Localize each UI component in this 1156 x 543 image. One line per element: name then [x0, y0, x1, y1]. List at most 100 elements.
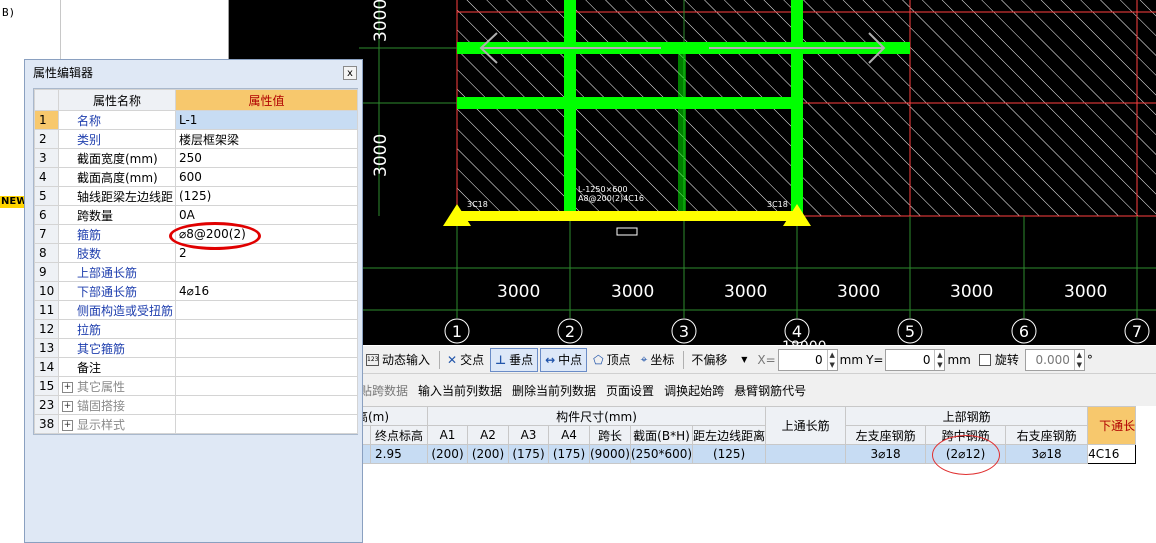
property-name[interactable]: 上部通长筋	[58, 262, 176, 282]
property-name[interactable]: 备注	[58, 357, 176, 377]
property-value[interactable]: (125)	[175, 186, 358, 206]
cell-right-support[interactable]: 3⌀18	[1005, 444, 1089, 464]
expand-icon[interactable]: +	[62, 400, 73, 412]
midpoint-label: 中点	[558, 353, 583, 367]
property-row[interactable]: 13 其它箍筋	[34, 338, 358, 358]
property-row[interactable]: 15 + 其它属性	[34, 376, 358, 396]
property-name[interactable]: 跨数量	[58, 205, 176, 225]
rotate-input[interactable]: 0.000 ▲ ▼	[1024, 348, 1085, 371]
property-name[interactable]: + 显示样式	[58, 414, 176, 434]
property-value[interactable]: 250	[175, 148, 358, 168]
y-input[interactable]: 0 ▲ ▼	[885, 348, 946, 371]
dynamic-input-icon: 123	[366, 353, 379, 366]
property-row[interactable]: 6 跨数量 0A	[34, 205, 358, 225]
cell-section[interactable]: (250*600)	[629, 444, 694, 464]
property-row[interactable]: 1 名称 L-1	[34, 110, 358, 130]
property-value[interactable]: 4⌀16	[175, 281, 358, 301]
property-name[interactable]: 轴线距梁左边线距	[58, 186, 176, 206]
property-name[interactable]: 其它箍筋	[58, 338, 176, 358]
header-elevation: 高(m)	[352, 406, 428, 426]
property-row[interactable]: 5 轴线距梁左边线距 (125)	[34, 186, 358, 206]
property-name[interactable]: 肢数	[58, 243, 176, 263]
property-name[interactable]: 下部通长筋	[58, 281, 176, 301]
property-value[interactable]	[175, 338, 358, 358]
property-name[interactable]: 名称	[58, 110, 176, 130]
property-value[interactable]: 楼层框架梁	[175, 129, 358, 149]
coordinate-snap-button[interactable]: ⌖ 坐标	[637, 349, 679, 371]
intersection-snap-button[interactable]: ✕ 交点	[443, 349, 488, 371]
row-index: 15	[34, 376, 59, 396]
cell-bottom-through[interactable]: 4C16	[1087, 444, 1137, 464]
table-row[interactable]: 2.95 (200) (200) (175) (175) (9000) (250…	[352, 444, 1137, 464]
spin-arrows-icon[interactable]: ▲ ▼	[1073, 349, 1084, 370]
property-row[interactable]: 10 下部通长筋 4⌀16	[34, 281, 358, 301]
property-name[interactable]: 截面高度(mm)	[58, 167, 176, 187]
input-column-button[interactable]: 输入当前列数据	[418, 382, 502, 399]
y-unit: mm	[947, 352, 971, 367]
property-value[interactable]	[175, 319, 358, 339]
cad-drawing[interactable]: L-1250×600 A8@200(2)4C16 3C18 3C18 3000 …	[229, 0, 1156, 345]
expand-icon[interactable]: +	[62, 381, 73, 393]
chevron-down-icon: ▼	[741, 355, 748, 364]
property-value[interactable]: 600	[175, 167, 358, 187]
header-property-name: 属性名称	[58, 89, 176, 111]
expand-icon[interactable]: +	[62, 419, 73, 431]
property-row[interactable]: 3 截面宽度(mm) 250	[34, 148, 358, 168]
close-button[interactable]: x	[343, 66, 357, 80]
property-row[interactable]: 12 拉筋	[34, 319, 358, 339]
property-name[interactable]: 箍筋	[58, 224, 176, 244]
property-value[interactable]: L-1	[175, 110, 358, 130]
property-row[interactable]: 23 + 锚固搭接	[34, 395, 358, 415]
cell-dist[interactable]: (125)	[692, 444, 767, 464]
property-name[interactable]: + 锚固搭接	[58, 395, 176, 415]
property-value[interactable]	[175, 376, 358, 396]
property-value[interactable]	[175, 262, 358, 282]
dim-h-3: 3000	[724, 282, 767, 302]
property-name[interactable]: 拉筋	[58, 319, 176, 339]
dynamic-input-button[interactable]: 123 动态输入	[362, 349, 434, 371]
property-editor-dialog: 属性编辑器 x 属性名称 属性值 1 名称 L-1 2 类别 楼层框架梁 3 截面宽度(mm)…	[24, 59, 363, 543]
page-setup-button[interactable]: 页面设置	[606, 382, 654, 399]
cell-top-through[interactable]	[765, 444, 847, 464]
cad-drawing-canvas[interactable]: L-1250×600 A8@200(2)4C16 3C18 3C18 3000 …	[229, 0, 1156, 345]
spin-arrows-icon[interactable]: ▲ ▼	[826, 349, 837, 370]
property-row[interactable]: 38 + 显示样式	[34, 414, 358, 434]
dynamic-input-label: 动态输入	[382, 353, 431, 367]
property-value[interactable]	[175, 357, 358, 377]
cell-a3[interactable]: (175)	[508, 444, 549, 464]
swap-start-span-button[interactable]: 调换起始跨	[664, 382, 724, 399]
dim-h-1: 3000	[497, 282, 540, 302]
property-value[interactable]	[175, 414, 358, 434]
offset-dropdown[interactable]: 不偏移 ▼	[687, 349, 751, 371]
delete-column-button[interactable]: 删除当前列数据	[512, 382, 596, 399]
property-row[interactable]: 9 上部通长筋	[34, 262, 358, 282]
rotate-checkbox[interactable]	[978, 353, 991, 366]
property-value[interactable]	[175, 300, 358, 320]
row-index: 11	[34, 300, 59, 320]
property-name[interactable]: 侧面构造或受扭筋	[58, 300, 176, 320]
cell-end-elev[interactable]: 2.95	[370, 444, 428, 464]
selected-beam[interactable]	[457, 211, 797, 221]
grip-box[interactable]	[616, 227, 638, 236]
midpoint-snap-button[interactable]: ↔ 中点	[540, 347, 588, 372]
spin-arrows-icon[interactable]: ▲ ▼	[934, 349, 944, 370]
property-row[interactable]: 14 备注	[34, 357, 358, 377]
intersection-label: 交点	[460, 353, 485, 367]
property-name[interactable]: + 其它属性	[58, 376, 176, 396]
row-index: 13	[34, 338, 59, 358]
cell-left-support[interactable]: 3⌀18	[845, 444, 927, 464]
property-row[interactable]: 4 截面高度(mm) 600	[34, 167, 358, 187]
perpendicular-snap-button[interactable]: ⊥ 垂点	[490, 347, 539, 372]
property-row[interactable]: 2 类别 楼层框架梁	[34, 129, 358, 149]
property-value[interactable]	[175, 395, 358, 415]
cell-span[interactable]: (9000)	[589, 444, 631, 464]
vertex-snap-button[interactable]: ⬠ 顶点	[589, 349, 634, 371]
property-row[interactable]: 11 侧面构造或受扭筋	[34, 300, 358, 320]
property-name[interactable]: 类别	[58, 129, 176, 149]
cantilever-code-button[interactable]: 悬臂钢筋代号	[734, 382, 806, 399]
property-name[interactable]: 截面宽度(mm)	[58, 148, 176, 168]
x-input[interactable]: 0 ▲ ▼	[777, 348, 838, 371]
cell-a1[interactable]: (200)	[427, 444, 468, 464]
cell-a2[interactable]: (200)	[467, 444, 509, 464]
cell-a4[interactable]: (175)	[548, 444, 590, 464]
